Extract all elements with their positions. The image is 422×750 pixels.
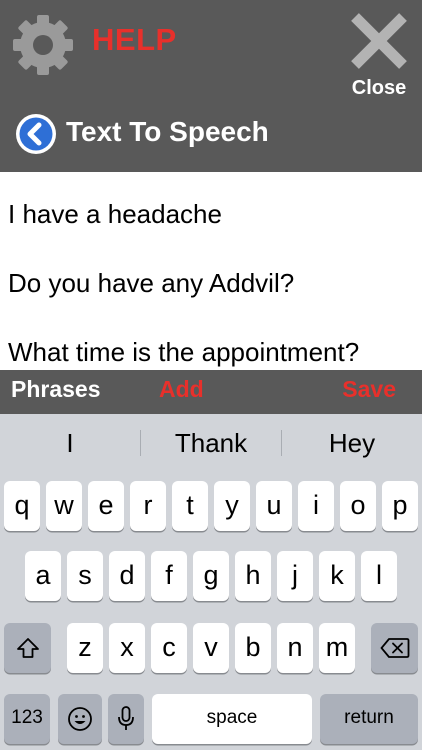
key-i[interactable]: i	[298, 481, 334, 531]
shift-icon	[16, 638, 39, 658]
key-s[interactable]: s	[67, 551, 103, 601]
key-c[interactable]: c	[151, 623, 187, 673]
gear-icon	[13, 15, 73, 75]
back-button[interactable]	[14, 112, 58, 156]
text-line: Do you have any Addvil?	[8, 268, 295, 298]
numbers-key[interactable]: 123	[4, 694, 50, 744]
key-r[interactable]: r	[130, 481, 166, 531]
microphone-icon	[118, 706, 134, 730]
screen-title: Text To Speech	[66, 116, 269, 147]
suggestion-1[interactable]: I	[0, 426, 140, 460]
text-line: What time is the appointment?	[8, 337, 360, 367]
text-line: I have a headache	[8, 199, 222, 229]
key-a[interactable]: a	[25, 551, 61, 601]
key-d[interactable]: d	[109, 551, 145, 601]
phrases-button[interactable]: Phrases	[11, 376, 101, 403]
key-b[interactable]: b	[235, 623, 271, 673]
key-u[interactable]: u	[256, 481, 292, 531]
key-m[interactable]: m	[319, 623, 355, 673]
shift-key[interactable]	[4, 623, 51, 673]
key-p[interactable]: p	[382, 481, 418, 531]
close-x-icon	[351, 13, 407, 69]
settings-button[interactable]	[10, 12, 76, 78]
suggestion-2[interactable]: Thank	[141, 426, 281, 460]
emoji-icon	[68, 707, 92, 731]
key-j[interactable]: j	[277, 551, 313, 601]
bottom-toolbar: Phrases Add Save	[0, 370, 422, 414]
key-h[interactable]: h	[235, 551, 271, 601]
key-e[interactable]: e	[88, 481, 124, 531]
key-g[interactable]: g	[193, 551, 229, 601]
key-l[interactable]: l	[361, 551, 397, 601]
space-key[interactable]: space	[152, 694, 312, 744]
backspace-icon	[380, 638, 409, 658]
key-v[interactable]: v	[193, 623, 229, 673]
close-button[interactable]: Close	[346, 12, 412, 100]
key-w[interactable]: w	[46, 481, 82, 531]
app-header: HELP Close Text To Speech	[0, 0, 422, 172]
key-f[interactable]: f	[151, 551, 187, 601]
emoji-key[interactable]	[58, 694, 102, 744]
speech-text-area[interactable]: I have a headache Do you have any Addvil…	[0, 172, 422, 370]
back-arrow-icon	[16, 114, 56, 154]
close-label: Close	[351, 77, 407, 99]
suggestion-3[interactable]: Hey	[282, 426, 422, 460]
key-z[interactable]: z	[67, 623, 103, 673]
key-k[interactable]: k	[319, 551, 355, 601]
add-button[interactable]: Add	[159, 376, 204, 403]
key-x[interactable]: x	[109, 623, 145, 673]
return-key[interactable]: return	[320, 694, 418, 744]
key-q[interactable]: q	[4, 481, 40, 531]
save-button[interactable]: Save	[342, 376, 396, 403]
key-t[interactable]: t	[172, 481, 208, 531]
key-n[interactable]: n	[277, 623, 313, 673]
help-button[interactable]: HELP	[92, 22, 177, 58]
delete-key[interactable]	[371, 623, 418, 673]
key-o[interactable]: o	[340, 481, 376, 531]
key-y[interactable]: y	[214, 481, 250, 531]
dictation-key[interactable]	[108, 694, 144, 744]
onscreen-keyboard: I Thank Hey q w e r t y u i o p a s d f …	[0, 414, 422, 750]
